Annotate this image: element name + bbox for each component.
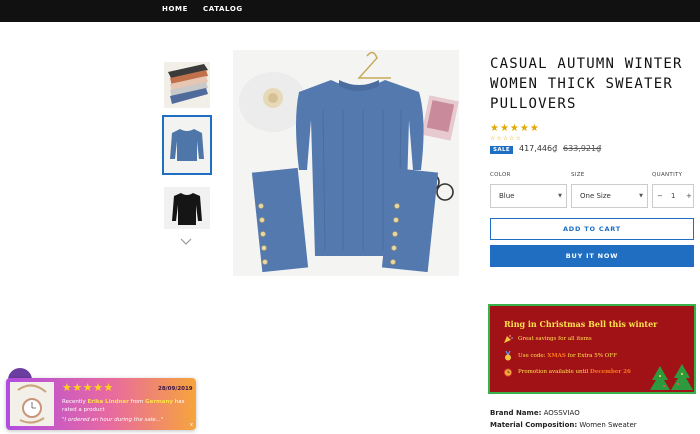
quantity-plus-button[interactable]: + <box>686 192 692 200</box>
review-quote: "I ordered an hour during the sale..." <box>62 417 164 423</box>
promo-code-prefix: Use code: <box>518 353 548 359</box>
black-sweater-image <box>164 187 210 229</box>
buy-now-button[interactable]: BUY IT NOW <box>490 245 694 267</box>
chevron-down-icon[interactable] <box>178 236 194 248</box>
color-select[interactable]: Blue ▼ <box>490 184 567 208</box>
promo-line-code: Use code: XMAS for Extra 5% OFF <box>518 353 617 359</box>
close-icon[interactable]: x <box>190 422 193 428</box>
thumbnail-sweaters-stack[interactable] <box>164 62 210 108</box>
spec-brand-label: Brand Name: <box>490 409 542 417</box>
review-prefix: Recently <box>62 399 88 405</box>
spec-material-value: Women Sweater <box>579 421 637 429</box>
rating-stars: ★★★★★ <box>490 123 540 134</box>
promo-date: December 26 <box>590 369 631 375</box>
nav-home-link[interactable]: HOME <box>162 5 188 13</box>
review-line-1: Recently Erika Lindner from Germany has <box>62 399 184 405</box>
compare-price: 633,921₫ <box>563 144 602 153</box>
recent-review-popup[interactable]: ★★★★★ 28/09/2019 Recently Erika Lindner … <box>6 378 196 430</box>
reviewer-country: Germany <box>145 399 173 405</box>
christmas-trees-icon <box>650 364 693 390</box>
sale-badge: SALE <box>490 146 514 154</box>
size-select[interactable]: One Size ▼ <box>571 184 648 208</box>
thumbnail-blue-sweater[interactable] <box>162 115 212 175</box>
quantity-label: QUANTITY <box>652 172 683 178</box>
promo-code: XMAS <box>547 353 566 359</box>
review-stars: ★★★★★ <box>62 381 114 394</box>
review-from: from <box>128 399 146 405</box>
spec-brand-value: AOSSVIAO <box>543 409 580 417</box>
review-suffix: has <box>173 399 185 405</box>
rating-stars-outline[interactable]: ☆☆☆☆☆ <box>490 136 522 142</box>
quantity-stepper: − 1 + <box>652 184 694 208</box>
christmas-promo-banner: Ring in Christmas Bell this winter Great… <box>488 304 696 394</box>
spec-brand: Brand Name: AOSSVIAO <box>490 409 580 417</box>
blue-sweater-image <box>164 117 210 173</box>
main-product-image <box>233 50 459 276</box>
thumbnail-black-sweater[interactable] <box>164 187 210 229</box>
party-popper-icon <box>504 335 513 343</box>
product-title: CASUAL AUTUMN WINTER WOMEN THICK SWEATER… <box>490 56 683 112</box>
sweaters-stack-image <box>164 62 210 108</box>
size-select-value: One Size <box>580 192 611 200</box>
color-select-value: Blue <box>499 192 515 200</box>
quantity-input[interactable]: 1 <box>671 192 675 200</box>
size-label: SIZE <box>571 172 585 178</box>
nav-catalog-link[interactable]: CATALOG <box>203 5 243 13</box>
spec-material-label: Material Composition: <box>490 421 578 429</box>
quantity-minus-button[interactable]: − <box>657 192 663 200</box>
top-nav-bar: HOME CATALOG <box>0 0 700 22</box>
promo-title: Ring in Christmas Bell this winter <box>504 319 658 329</box>
caret-down-icon: ▼ <box>558 193 562 199</box>
promo-date-prefix: Promotion available until <box>518 369 591 375</box>
medal-icon <box>505 351 511 361</box>
caret-down-icon: ▼ <box>639 193 643 199</box>
add-to-cart-button[interactable]: ADD TO CART <box>490 218 694 240</box>
spec-material: Material Composition: Women Sweater <box>490 421 637 429</box>
promo-code-suffix: for Extra 5% OFF <box>565 353 617 359</box>
review-date: 28/09/2019 <box>158 386 193 392</box>
promo-line-date: Promotion available until December 26 <box>518 369 631 375</box>
reviewer-name: Erika Lindner <box>87 399 129 405</box>
review-line-2: rated a product <box>62 407 105 413</box>
watch-product-image <box>10 382 54 426</box>
sale-price: 417,446₫ <box>519 144 558 153</box>
promo-line-savings: Great savings for all items <box>518 336 592 342</box>
alarm-clock-icon <box>504 368 512 377</box>
color-label: COLOR <box>490 172 511 178</box>
